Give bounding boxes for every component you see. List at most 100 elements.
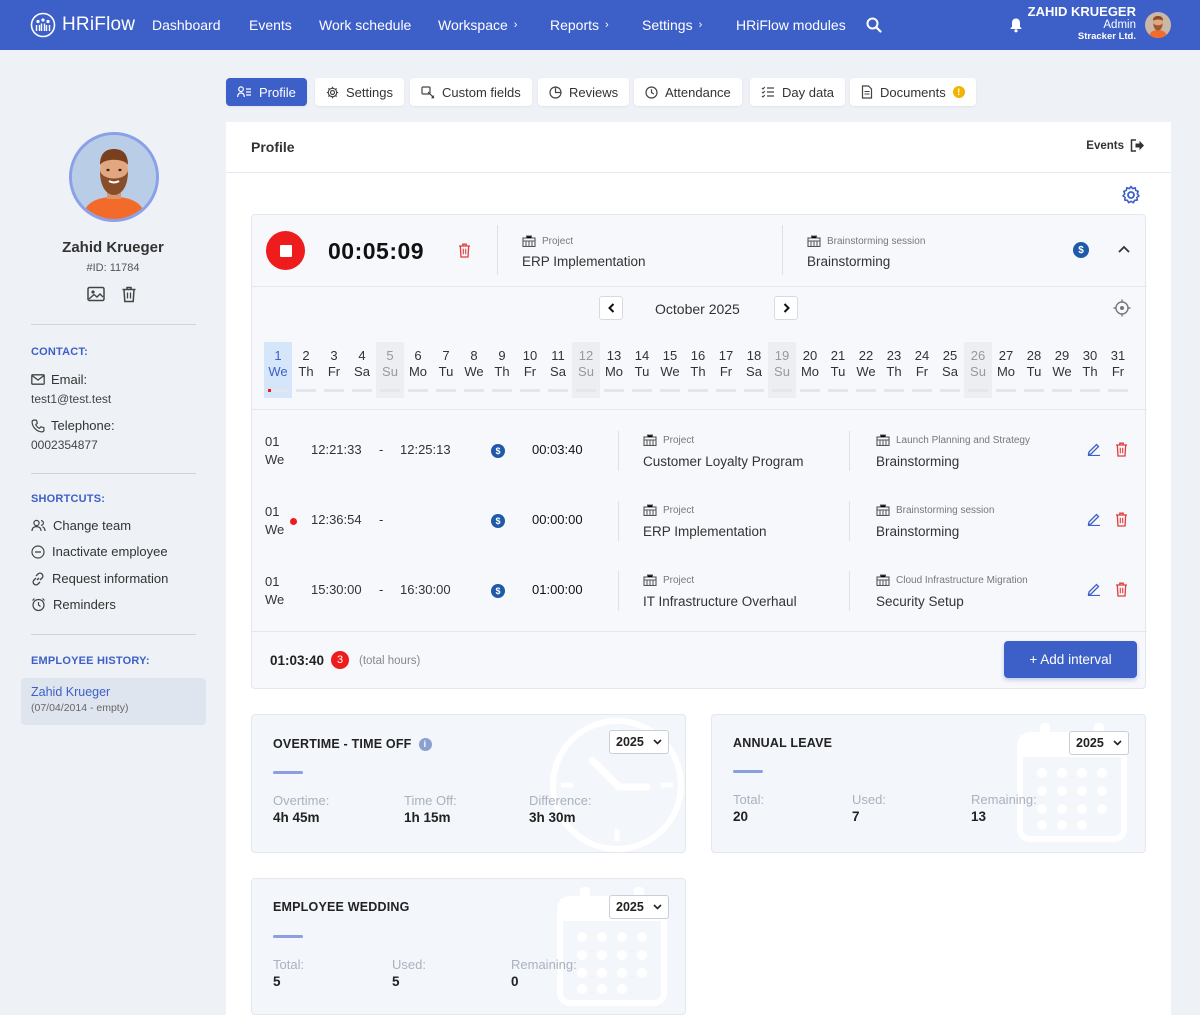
remaining-label: Remaining:: [511, 957, 577, 972]
trash-icon[interactable]: [458, 243, 471, 258]
calendar-day[interactable]: 19 Su: [768, 342, 796, 398]
brand-logo[interactable]: HRiFlow: [30, 12, 135, 38]
edit-icon[interactable]: [1087, 582, 1101, 596]
calendar-day[interactable]: 25 Sa: [936, 342, 964, 398]
calendar-day[interactable]: 11 Sa: [544, 342, 572, 398]
bell-icon[interactable]: [1009, 17, 1023, 33]
billable-icon: $: [491, 584, 505, 598]
calendar-day[interactable]: 22 We: [852, 342, 880, 398]
telephone-value[interactable]: 0002354877: [31, 438, 98, 452]
calendar-day[interactable]: 14 Tu: [628, 342, 656, 398]
tab-attendance[interactable]: Attendance: [634, 78, 742, 106]
calendar-day[interactable]: 31 Fr: [1104, 342, 1132, 398]
nav-workspace[interactable]: Workspace ›: [438, 17, 517, 33]
next-month-button[interactable]: [774, 296, 798, 320]
used-label: Used:: [392, 957, 426, 972]
calendar-day[interactable]: 27 Mo: [992, 342, 1020, 398]
nav-work-schedule[interactable]: Work schedule: [319, 17, 411, 33]
tab-day-data[interactable]: Day data: [750, 78, 846, 106]
crosshair-icon[interactable]: [1113, 299, 1131, 317]
reminders-label: Reminders: [53, 597, 116, 612]
nav-dashboard-label: Dashboard: [152, 17, 221, 33]
annual-leave-year-value: 2025: [1076, 736, 1104, 750]
stop-timer-button[interactable]: [266, 231, 305, 270]
wedding-year-select[interactable]: 2025: [609, 895, 669, 919]
info-icon[interactable]: i: [418, 737, 432, 751]
calendar-day[interactable]: 21 Tu: [824, 342, 852, 398]
calendar-day[interactable]: 23 Th: [880, 342, 908, 398]
day-weekday: Su: [578, 364, 594, 379]
calendar-day[interactable]: 30 Th: [1076, 342, 1104, 398]
calendar-day[interactable]: 5 Su: [376, 342, 404, 398]
calendar-day[interactable]: 24 Fr: [908, 342, 936, 398]
calendar-day[interactable]: 13 Mo: [600, 342, 628, 398]
calendar-day[interactable]: 9 Th: [488, 342, 516, 398]
nav-hriflow-modules[interactable]: HRiFlow modules: [736, 17, 846, 33]
calendar-day[interactable]: 15 We: [656, 342, 684, 398]
calendar-day[interactable]: 16 Th: [684, 342, 712, 398]
tab-reviews[interactable]: Reviews: [538, 78, 630, 106]
calendar-day[interactable]: 7 Tu: [432, 342, 460, 398]
user-name: ZAHID KRUEGER: [1027, 4, 1136, 19]
edit-icon[interactable]: [1087, 442, 1101, 456]
day-weekday: Sa: [550, 364, 566, 379]
chevron-up-icon[interactable]: [1118, 245, 1130, 253]
edit-icon[interactable]: [1087, 512, 1101, 526]
day-number: 28: [1026, 348, 1042, 363]
day-weekday: We: [464, 364, 484, 379]
avatar[interactable]: [1145, 12, 1171, 38]
trash-icon[interactable]: [121, 286, 137, 303]
calendar-day[interactable]: 6 Mo: [404, 342, 432, 398]
nav-events-label: Events: [249, 17, 292, 33]
user-menu[interactable]: ZAHID KRUEGER Admin Stracker Ltd.: [1027, 4, 1136, 42]
timer-display: 00:05:09: [328, 238, 425, 264]
divider: [31, 634, 196, 635]
billable-icon: $: [491, 514, 505, 528]
calendar-day[interactable]: 2 Th: [292, 342, 320, 398]
change-team-link[interactable]: Change team: [31, 518, 131, 533]
interval-weekday: We: [265, 452, 285, 467]
document-icon: [861, 85, 873, 99]
overtime-year-select[interactable]: 2025: [609, 730, 669, 754]
building-icon: [643, 574, 657, 586]
prev-month-button[interactable]: [599, 296, 623, 320]
inactivate-employee-link[interactable]: Inactivate employee: [31, 544, 168, 559]
email-value[interactable]: test1@test.test: [31, 392, 111, 406]
gear-icon[interactable]: [1121, 185, 1141, 205]
tab-profile[interactable]: Profile: [226, 78, 307, 106]
calendar-day[interactable]: 17 Fr: [712, 342, 740, 398]
calendar-day[interactable]: 8 We: [460, 342, 488, 398]
request-information-link[interactable]: Request information: [31, 571, 168, 586]
calendar-day[interactable]: 20 Mo: [796, 342, 824, 398]
nav-reports[interactable]: Reports ›: [550, 17, 609, 33]
calendar-day[interactable]: 3 Fr: [320, 342, 348, 398]
calendar-day[interactable]: 18 Sa: [740, 342, 768, 398]
trash-icon[interactable]: [1115, 512, 1128, 527]
day-number: 23: [886, 348, 902, 363]
calendar-day[interactable]: 4 Sa: [348, 342, 376, 398]
trash-icon[interactable]: [1115, 442, 1128, 457]
nav-settings[interactable]: Settings ›: [642, 17, 702, 33]
add-interval-button[interactable]: + Add interval: [1004, 641, 1137, 678]
calendar-day[interactable]: 26 Su: [964, 342, 992, 398]
trash-icon[interactable]: [1115, 582, 1128, 597]
calendar-day[interactable]: 12 Su: [572, 342, 600, 398]
search-icon[interactable]: [866, 17, 882, 33]
image-icon[interactable]: [87, 286, 105, 303]
events-link[interactable]: Events: [1086, 139, 1145, 152]
calendar-day[interactable]: 29 We: [1048, 342, 1076, 398]
calendar-day[interactable]: 28 Tu: [1020, 342, 1048, 398]
tab-custom-fields[interactable]: Custom fields: [410, 78, 532, 106]
calendar-day[interactable]: 10 Fr: [516, 342, 544, 398]
reminders-link[interactable]: Reminders: [31, 597, 116, 612]
stop-icon: [279, 244, 292, 257]
annual-leave-year-select[interactable]: 2025: [1069, 731, 1129, 755]
tab-documents[interactable]: Documents !: [850, 78, 976, 106]
history-item[interactable]: Zahid Krueger (07/04/2014 - empty): [21, 678, 206, 725]
time-tracker: 00:05:09 Project ERP Implementation Brai…: [251, 214, 1147, 689]
billable-icon: $: [491, 444, 505, 458]
calendar-day[interactable]: 1 We: [264, 342, 292, 398]
tab-settings[interactable]: Settings: [315, 78, 404, 106]
nav-dashboard[interactable]: Dashboard: [152, 17, 221, 33]
nav-events[interactable]: Events: [249, 17, 292, 33]
